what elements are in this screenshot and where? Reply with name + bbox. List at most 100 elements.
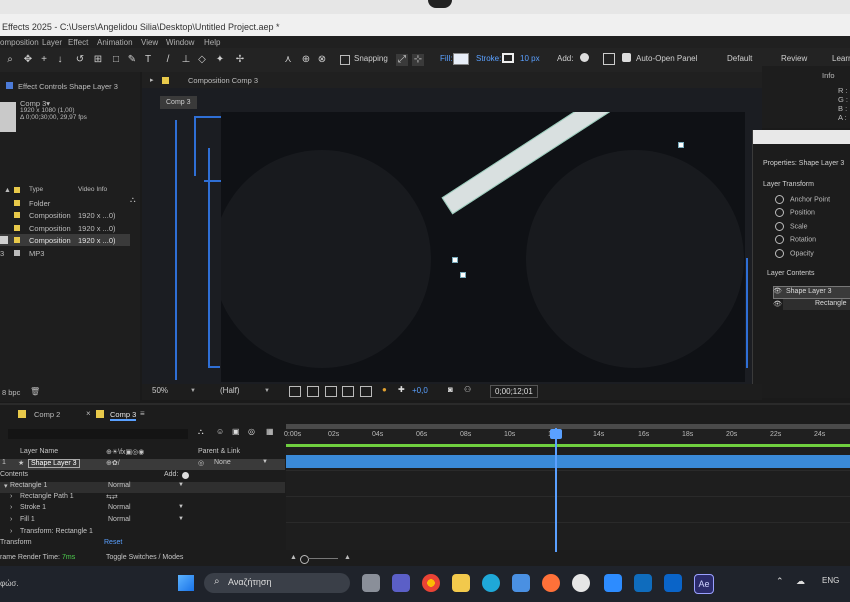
roto-brush-icon[interactable]: ✦	[214, 54, 226, 66]
workspace-learn[interactable]: Learn	[832, 54, 850, 63]
camera-orbit-icon[interactable]: ⊞	[92, 54, 104, 66]
axis-mode-icon[interactable]: ⋏	[282, 54, 294, 66]
search-icon[interactable]: ⌕	[4, 54, 16, 66]
eye-icon[interactable]: 👁	[773, 300, 782, 308]
layer-transform-header[interactable]: Layer Transform	[763, 181, 814, 188]
chevron-right-icon[interactable]: ›	[10, 504, 12, 511]
task-view-icon[interactable]	[362, 574, 380, 592]
windows-start-icon[interactable]	[178, 575, 194, 591]
zoom-tool-icon[interactable]: +	[38, 54, 50, 66]
pickwhip-icon[interactable]: ◎	[198, 459, 204, 467]
menu-composition[interactable]: omposition	[0, 38, 39, 47]
chevron-down-icon[interactable]: ▼	[178, 504, 184, 510]
comp-panel-tab[interactable]: Composition Comp 3	[188, 76, 258, 85]
menu-view[interactable]: View	[141, 38, 158, 47]
auto-open-checkbox[interactable]	[622, 53, 631, 62]
rectangle-tool-icon[interactable]: □	[110, 54, 122, 66]
zoom-out-icon[interactable]: ▲	[290, 554, 297, 561]
chevron-down-icon[interactable]: ▾	[4, 482, 8, 490]
menu-animation[interactable]: Animation	[97, 38, 133, 47]
chrome-icon[interactable]	[422, 574, 440, 592]
show-snapshot-icon[interactable]: ⚇	[464, 385, 471, 394]
weather-icon[interactable]: ☁	[796, 576, 805, 587]
mail-icon[interactable]	[634, 574, 652, 592]
composition-canvas[interactable]	[221, 112, 745, 382]
trash-icon[interactable]: 🗑	[30, 387, 40, 396]
table-row[interactable]: ▾ Rectangle 1 Normal ▼	[0, 482, 285, 493]
teams-icon[interactable]	[392, 574, 410, 592]
work-area-bar[interactable]	[286, 424, 850, 429]
pen-tool-icon[interactable]: ✎	[126, 54, 138, 66]
list-item[interactable]: Composition 1920 x ...0)	[0, 209, 140, 221]
shy-icon[interactable]: ☺	[216, 427, 224, 436]
list-item[interactable]: Composition 1920 x ...0)	[0, 222, 140, 234]
zoom-slider-track[interactable]	[308, 558, 338, 559]
comp-chip[interactable]: Comp 3	[160, 96, 197, 109]
composition-mini-flowchart-icon[interactable]: ⛬	[198, 427, 204, 437]
list-item[interactable]: 3 MP3	[0, 247, 140, 259]
3d-view-icon[interactable]	[360, 386, 372, 397]
blend-mode-select[interactable]: Normal	[108, 504, 131, 511]
resolution-select[interactable]: (Half)	[216, 385, 244, 396]
stroke-swatch[interactable]	[502, 53, 514, 63]
contents-rectangle[interactable]: Rectangle	[783, 299, 850, 310]
stopwatch-icon[interactable]	[775, 222, 784, 231]
tab-comp-3[interactable]: Comp 3	[110, 410, 137, 421]
stopwatch-icon[interactable]	[775, 208, 784, 217]
menu-window[interactable]: Window	[166, 38, 194, 47]
chevron-down-icon[interactable]: ▼	[262, 459, 268, 465]
region-icon[interactable]	[289, 386, 301, 397]
stroke-label[interactable]: Stroke:	[476, 54, 501, 63]
frame-blend-icon[interactable]: ▣	[232, 427, 240, 436]
path-direction-icon[interactable]: ⇆⇄	[106, 493, 118, 501]
chevron-down-icon[interactable]: ▼	[264, 388, 270, 394]
mask-icon[interactable]	[325, 386, 337, 397]
table-row[interactable]: › Rectangle Path 1 ⇆⇄	[0, 493, 285, 504]
motion-blur-icon[interactable]: ◎	[248, 427, 255, 436]
layer-name[interactable]: Shape Layer 3	[28, 459, 80, 468]
layer-switches[interactable]: ⊕✿/	[106, 459, 120, 467]
timeline-tracks[interactable]	[286, 440, 850, 550]
chevron-right-icon[interactable]: ›	[10, 516, 12, 523]
file-explorer-icon[interactable]	[452, 574, 470, 592]
eye-icon[interactable]: 👁	[773, 287, 782, 295]
table-row[interactable]: Transform Reset	[0, 539, 285, 550]
zoom-slider-handle[interactable]	[300, 555, 309, 564]
tab-comp-2[interactable]: Comp 2	[34, 410, 60, 419]
table-row[interactable]: › Fill 1 Normal ▼	[0, 516, 285, 527]
shape-handle[interactable]	[452, 257, 458, 263]
edge-icon[interactable]	[482, 574, 500, 592]
shape-handle[interactable]	[678, 142, 684, 148]
reset-link[interactable]: Reset	[104, 539, 122, 546]
hand-tool-icon[interactable]: ✥	[22, 54, 34, 66]
brush-tool-icon[interactable]: /	[162, 54, 174, 66]
add-content-icon[interactable]	[182, 472, 189, 479]
close-icon[interactable]: ×	[86, 409, 91, 418]
chevron-down-icon[interactable]: ▼	[178, 516, 184, 522]
snapshot-icon[interactable]: ◙	[448, 385, 453, 394]
zoom-app-icon[interactable]	[604, 574, 622, 592]
current-time[interactable]: 0;00;12;01	[490, 385, 538, 398]
store-icon[interactable]	[512, 574, 530, 592]
fill-swatch[interactable]	[453, 53, 469, 65]
exposure-value[interactable]: +0,0	[412, 386, 428, 395]
grid-icon[interactable]	[603, 53, 615, 65]
table-row[interactable]: › Stroke 1 Normal ▼	[0, 504, 285, 515]
stopwatch-icon[interactable]	[775, 235, 784, 244]
menu-layer[interactable]: Layer	[42, 38, 62, 47]
rotate-tool-icon[interactable]: ↺	[74, 54, 86, 66]
chevron-down-icon[interactable]: ▼	[190, 388, 196, 394]
graph-editor-icon[interactable]: ▦	[266, 427, 274, 436]
contents-row[interactable]: Contents Add:	[0, 471, 285, 482]
stroke-width-value[interactable]: 10 px	[520, 54, 540, 63]
blend-mode-select[interactable]: Normal	[108, 516, 131, 523]
language-indicator[interactable]: ENG	[822, 576, 839, 585]
playhead[interactable]	[555, 428, 557, 552]
snap-points-icon[interactable]: ⊹	[412, 54, 424, 66]
chevron-right-icon[interactable]: ›	[10, 493, 12, 500]
prop-rotation[interactable]: Rotation	[775, 235, 816, 244]
shape-handle[interactable]	[460, 272, 466, 278]
guides-icon[interactable]	[342, 386, 354, 397]
tray-chevron-icon[interactable]: ⌃	[776, 576, 784, 587]
add-play-icon[interactable]	[580, 53, 589, 62]
